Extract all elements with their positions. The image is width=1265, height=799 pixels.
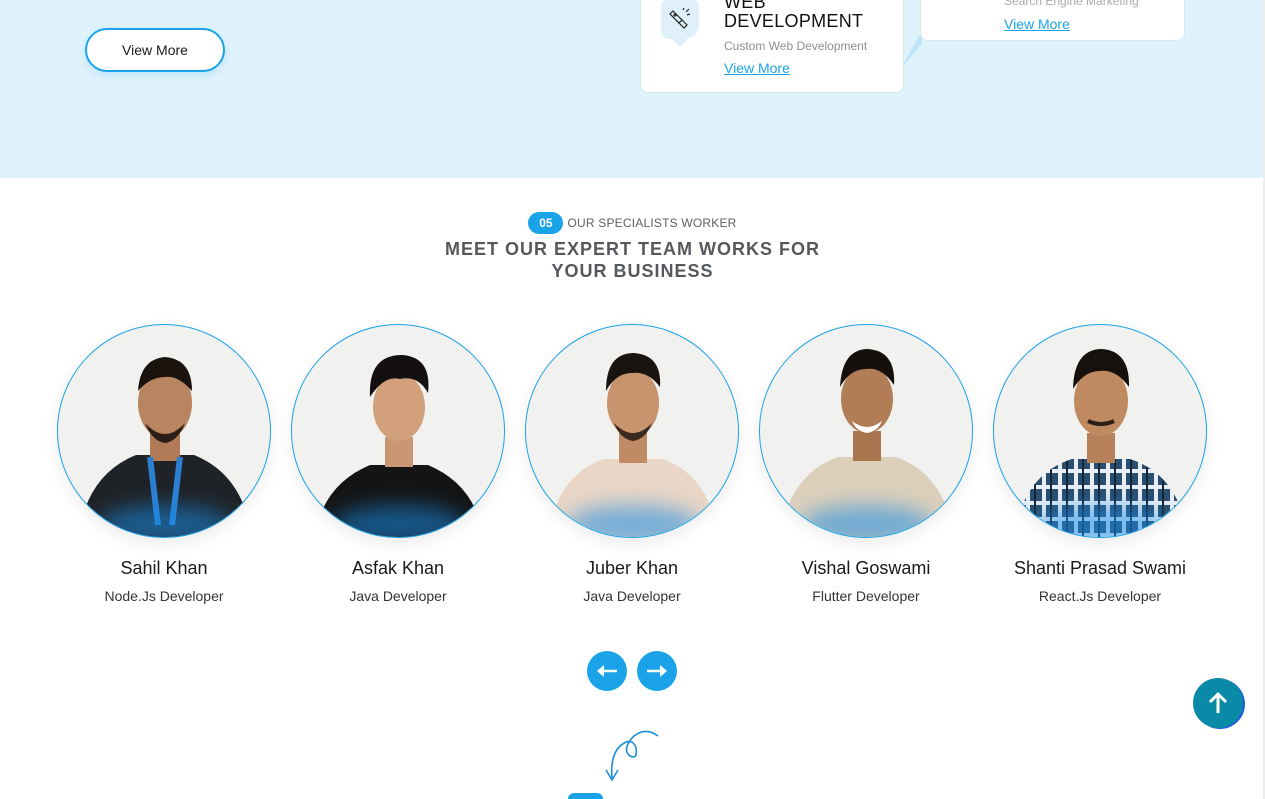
brush-pen-icon xyxy=(661,0,699,39)
service-card-sem[interactable]: Search Engine Marketing View More xyxy=(920,0,1185,41)
section-title: MEET OUR EXPERT TEAM WORKS FOR YOUR BUSI… xyxy=(444,239,820,281)
carousel-prev-button[interactable] xyxy=(587,651,627,691)
team-member-card[interactable]: Shanti Prasad Swami React.Js Developer xyxy=(993,324,1207,614)
web-development-view-more-link[interactable]: View More xyxy=(724,60,790,76)
view-more-button[interactable]: View More xyxy=(85,28,225,72)
page: View More WEB DEVELOPMENT Custom Web Dev… xyxy=(0,0,1265,799)
section-tag: 05 OUR SPECIALISTS WORKER xyxy=(0,212,1265,234)
team-member-card[interactable]: Sahil Khan Node.Js Developer xyxy=(57,324,271,614)
section-number-badge: 05 xyxy=(528,212,564,234)
carousel-next-button[interactable] xyxy=(637,651,677,691)
section-tagline: OUR SPECIALISTS WORKER xyxy=(567,216,737,230)
next-section-badge xyxy=(568,793,603,799)
avatar xyxy=(759,324,973,538)
avatar xyxy=(291,324,505,538)
arrow-up-icon xyxy=(1208,692,1228,713)
squiggle-arrow-icon xyxy=(605,730,659,782)
avatar xyxy=(993,324,1207,538)
team-member-card[interactable]: Asfak Khan Java Developer xyxy=(291,324,505,614)
avatar xyxy=(525,324,739,538)
member-name: Shanti Prasad Swami xyxy=(1013,558,1187,578)
avatar xyxy=(57,324,271,538)
arrow-right-icon xyxy=(647,665,667,677)
arrow-left-icon xyxy=(597,665,617,677)
member-role: React.Js Developer xyxy=(1038,588,1162,604)
scroll-to-top-button[interactable] xyxy=(1193,678,1243,728)
service-title: WEB DEVELOPMENT xyxy=(724,0,864,31)
team-member-card[interactable]: Juber Khan Java Developer xyxy=(525,324,739,614)
service-subtitle: Search Engine Marketing xyxy=(1004,0,1139,8)
team-member-card[interactable]: Vishal Goswami Flutter Developer xyxy=(759,324,973,614)
sem-view-more-link[interactable]: View More xyxy=(1004,16,1070,32)
service-subtitle: Custom Web Development xyxy=(724,39,868,53)
service-card-web-development[interactable]: WEB DEVELOPMENT Custom Web Development V… xyxy=(640,0,904,93)
